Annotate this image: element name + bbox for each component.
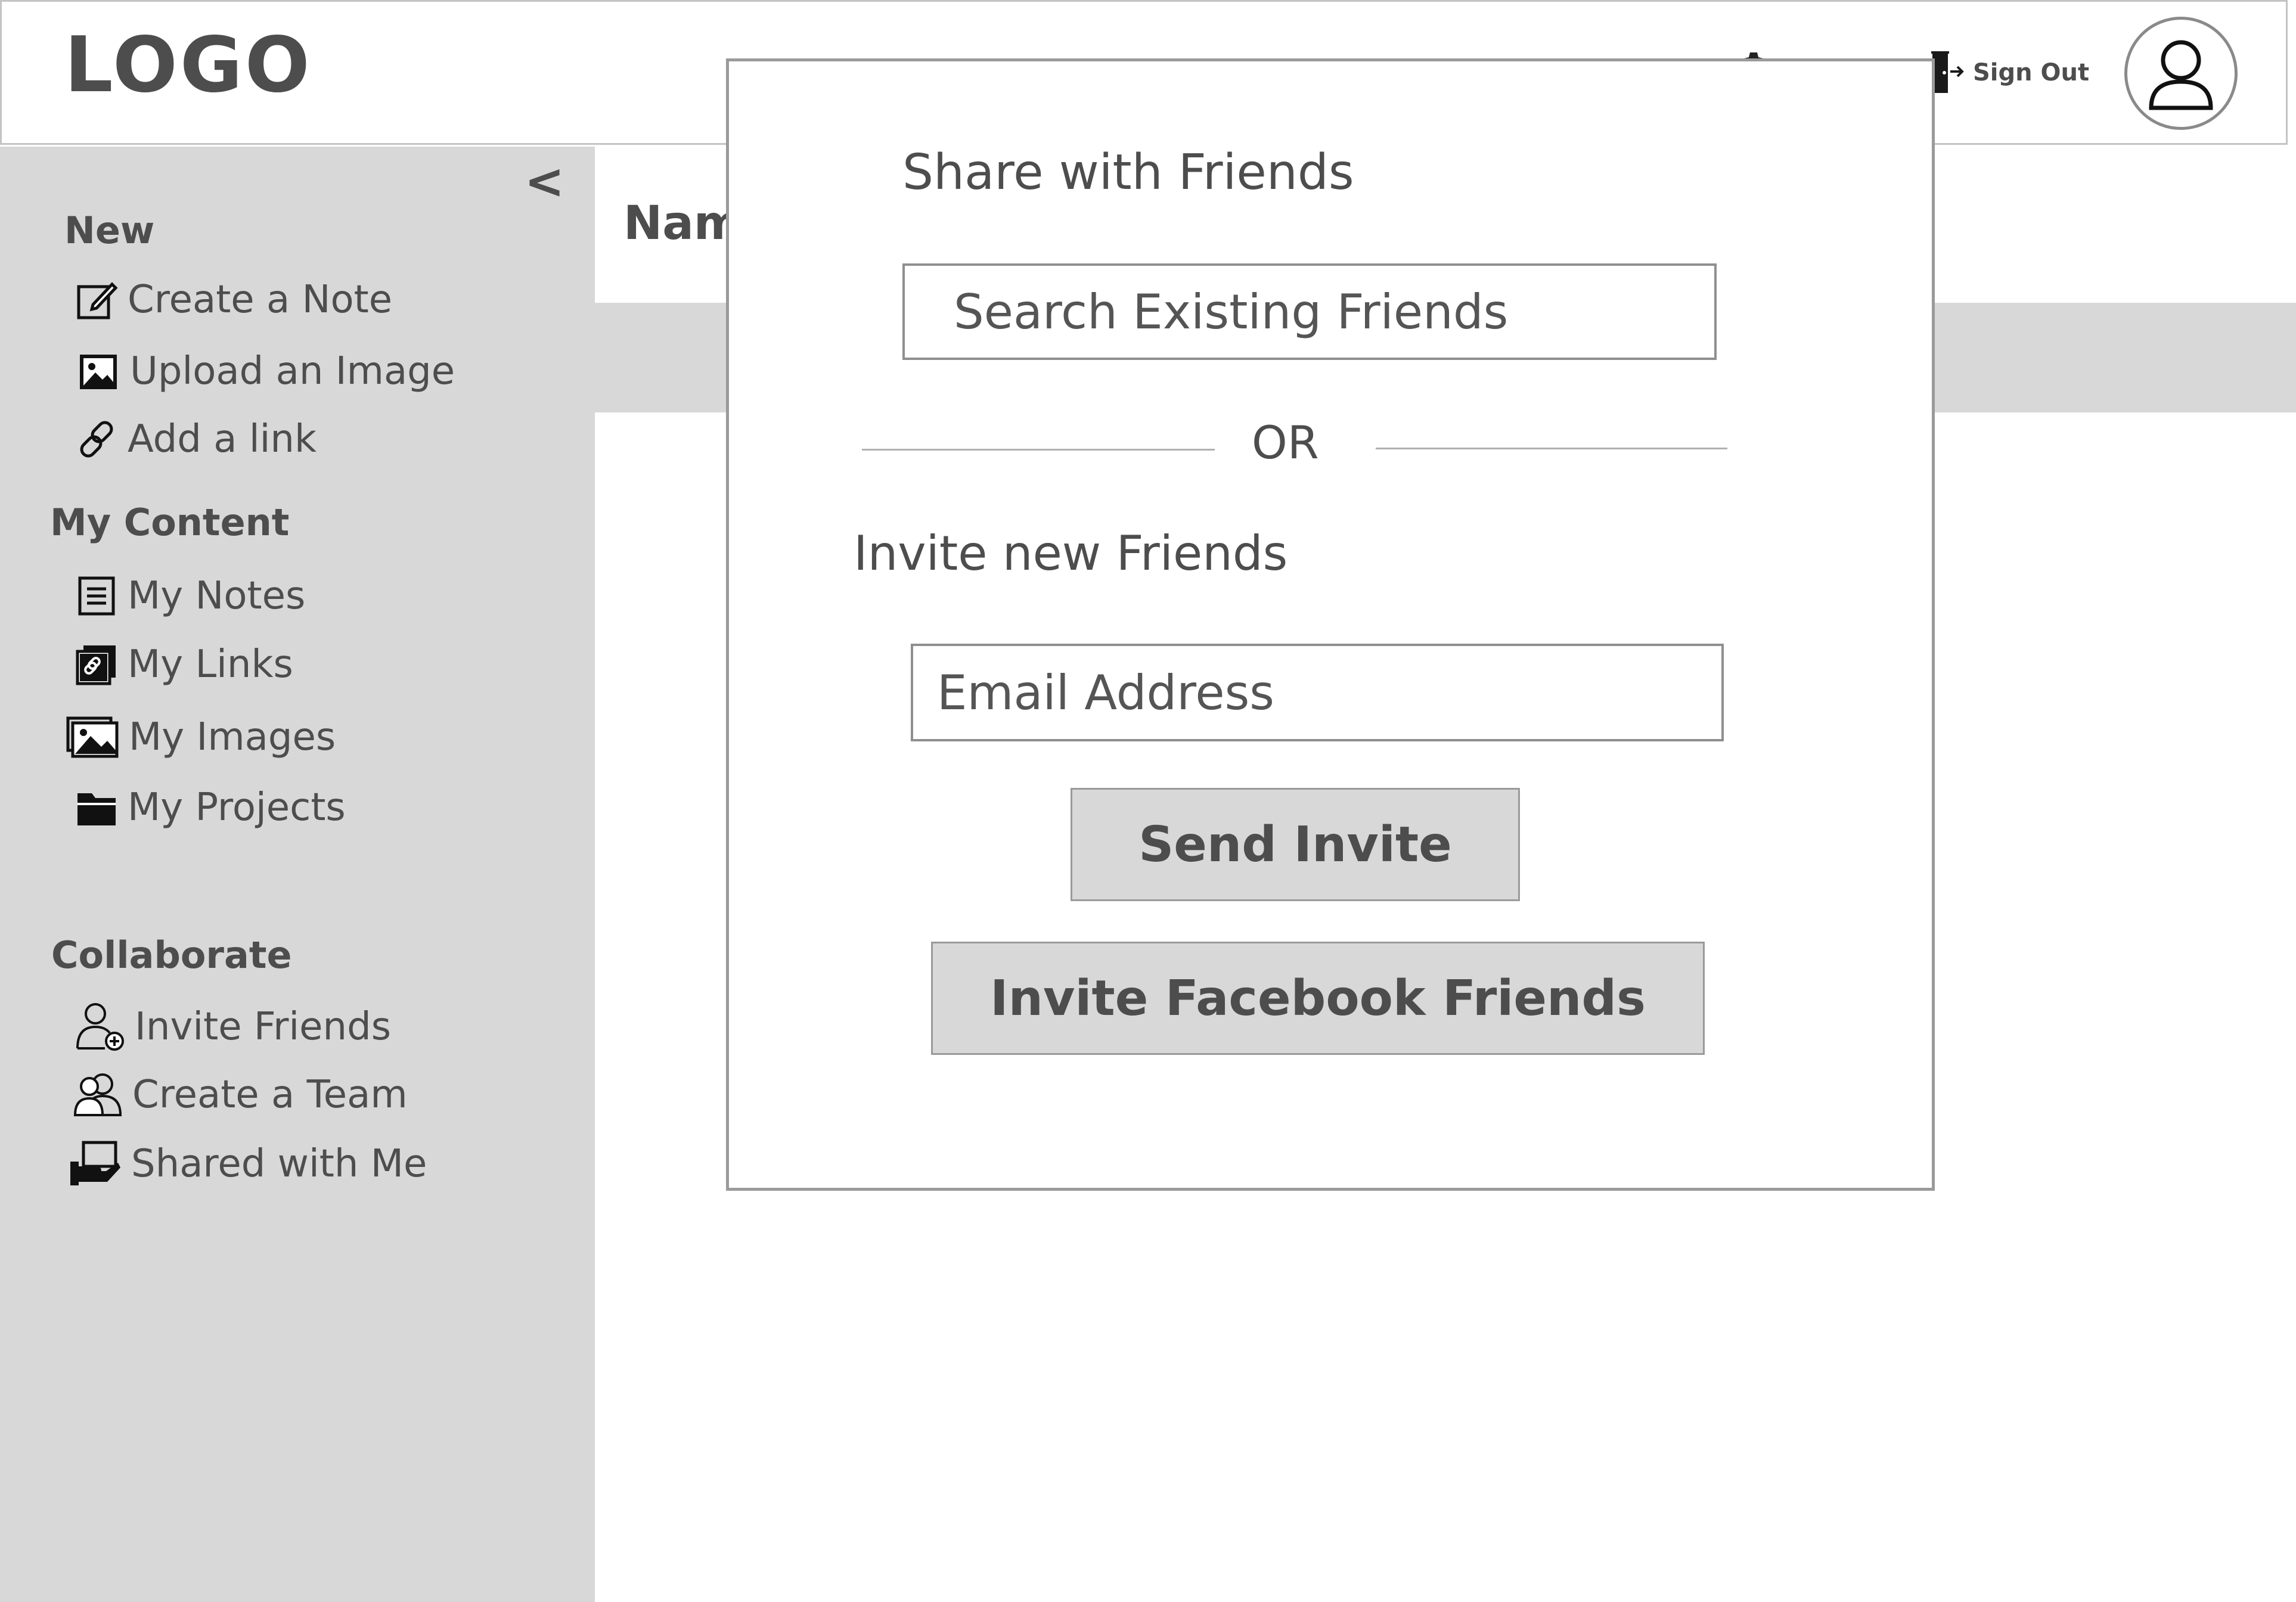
sidebar-item-my-links[interactable]: My Links [75,638,293,691]
sidebar-item-shared-with-me[interactable]: Shared with Me [68,1137,427,1191]
add-user-icon [76,1003,124,1051]
sidebar-item-my-projects[interactable]: My Projects [75,781,346,834]
sidebar-item-label: My Images [129,715,336,759]
email-placeholder: Email Address [937,665,1274,721]
user-avatar[interactable] [2124,17,2238,130]
sidebar-item-label: My Notes [128,574,306,618]
notes-icon [78,576,115,616]
sidebar-item-label: My Links [128,642,293,687]
sidebar-item-invite-friends[interactable]: Invite Friends [75,1000,391,1054]
sidebar-item-label: Create a Note [128,278,393,322]
collapse-sidebar-button[interactable]: < [525,155,564,209]
sidebar-item-label: My Projects [128,786,346,830]
modal-title: Share with Friends [902,144,1354,201]
sidebar-item-label: Upload an Image [130,349,455,393]
invite-section-title: Invite new Friends [854,526,1288,581]
link-icon [80,421,113,458]
sidebar-item-add-link[interactable]: Add a link [75,412,317,466]
links-icon [76,645,116,685]
user-icon [2149,40,2213,110]
send-invite-button[interactable]: Send Invite [1071,788,1520,901]
search-friends-input[interactable]: Search Existing Friends [902,263,1717,360]
sidebar-item-label: Create a Team [132,1073,408,1117]
shared-icon [70,1141,120,1185]
invite-facebook-friends-button[interactable]: Invite Facebook Friends [931,942,1705,1055]
sidebar-item-my-notes[interactable]: My Notes [75,569,305,623]
image-icon [80,355,117,389]
or-divider-text: OR [1252,416,1319,469]
logo[interactable]: LOGO [64,18,312,113]
section-title-my-content: My Content [50,501,290,544]
sign-out-button[interactable]: Sign Out [1929,49,2089,97]
images-icon [66,716,119,758]
sidebar-item-label: Invite Friends [135,1005,392,1049]
divider-right [1376,448,1727,449]
edit-note-icon [77,282,118,319]
sidebar-item-my-images[interactable]: My Images [66,710,336,764]
divider-left [862,449,1215,451]
sidebar-item-label: Add a link [128,417,317,461]
name-column-header[interactable]: Nam [623,197,742,250]
sidebar-item-upload-image[interactable]: Upload an Image [77,344,455,398]
sign-out-label: Sign Out [1973,59,2090,86]
sidebar-item-create-note[interactable]: Create a Note [75,273,392,327]
sidebar-item-create-team[interactable]: Create a Team [73,1068,408,1122]
team-icon [73,1073,122,1116]
section-title-collaborate: Collaborate [51,933,292,977]
search-placeholder: Search Existing Friends [954,284,1509,340]
folder-icon [77,793,116,825]
email-address-input[interactable]: Email Address [911,644,1724,741]
sidebar-item-label: Shared with Me [131,1142,427,1186]
section-title-new: New [64,209,155,252]
